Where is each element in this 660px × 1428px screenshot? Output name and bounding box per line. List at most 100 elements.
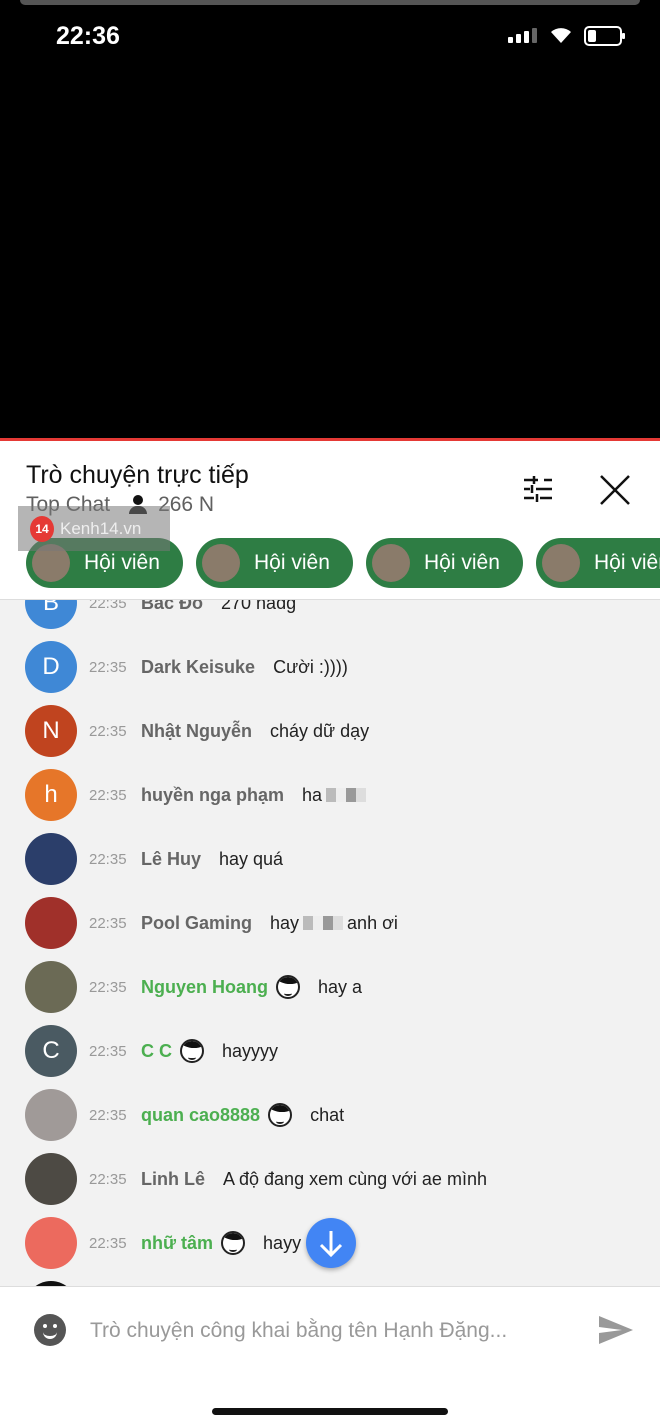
chip-label: Hội viên [254, 551, 330, 574]
chip-label: Hội viên [594, 551, 660, 574]
avatar[interactable] [25, 1217, 77, 1269]
close-icon[interactable] [598, 473, 632, 507]
watermark-text: Kenh14.vn [60, 518, 142, 538]
chat-message[interactable]: C 22:35 C C hayyyy [0, 1019, 660, 1083]
blurred-text [303, 916, 344, 930]
message-text: hay anh ơi [270, 913, 398, 934]
message-text: cháy dữ dạy [270, 721, 369, 742]
message-text-part: cháy dữ dạy [270, 720, 370, 741]
chat-message[interactable] [0, 1275, 660, 1286]
message-text-part: hay [270, 912, 300, 933]
chip-avatar [542, 544, 580, 582]
message-time: 22:35 [89, 914, 127, 932]
message-time: 22:35 [89, 1170, 127, 1188]
message-time: 22:35 [89, 850, 127, 868]
message-text: Cười :)))) [273, 657, 348, 678]
scroll-down-button[interactable] [306, 1218, 356, 1268]
watermark: 14 Kenh14.vn [18, 506, 170, 551]
chat-header: Trò chuyện trực tiếp Top Chat 266 N Hội … [0, 441, 660, 600]
member-badge-icon [221, 1231, 246, 1255]
status-time: 22:36 [56, 22, 120, 50]
chip-avatar [372, 544, 410, 582]
chip-label: Hội viên [424, 551, 500, 574]
message-time: 22:35 [89, 786, 127, 804]
avatar[interactable]: N [25, 705, 77, 757]
author-name[interactable]: quan cao8888 [141, 1105, 260, 1126]
message-text-part: Cười :)))) [273, 656, 348, 677]
member-badge-icon [180, 1039, 204, 1063]
message-time: 22:35 [89, 722, 127, 740]
chat-message[interactable]: h 22:35 huyền nga phạm ha [0, 763, 660, 827]
message-text: hay quá [219, 849, 283, 870]
kenh14-logo: 14 [30, 515, 54, 542]
member-badge-icon [276, 975, 301, 999]
avatar[interactable] [25, 1089, 77, 1141]
chat-message[interactable]: D 22:35 Dark Keisuke Cười :)))) [0, 635, 660, 699]
chat-messages[interactable]: B 22:35 Bác Đô 270 nadg D 22:35 Dark Keisuke Cư… [0, 600, 660, 1286]
chat-message[interactable]: B 22:35 Bác Đô 270 nadg [0, 600, 660, 635]
author-name[interactable]: huyền nga phạm [141, 785, 284, 806]
chat-message[interactable]: 22:35 Linh Lê A độ đang xem cùng với ae mì… [0, 1147, 660, 1211]
avatar[interactable]: C [25, 1025, 77, 1077]
avatar[interactable] [25, 833, 77, 885]
author-name[interactable]: Pool Gaming [141, 913, 252, 934]
author-name[interactable]: C C [141, 1041, 172, 1062]
avatar[interactable]: D [25, 641, 77, 693]
send-icon[interactable] [598, 1315, 634, 1345]
chat-input-bar: Trò chuyện công khai bằng tên Hạnh Đặng.… [0, 1286, 660, 1376]
arrow-down-icon [319, 1231, 343, 1258]
emoji-icon[interactable] [34, 1314, 66, 1346]
chat-message[interactable]: 22:35 quan cao8888 chat [0, 1083, 660, 1147]
avatar[interactable]: B [25, 600, 77, 629]
chip-avatar [202, 544, 240, 582]
chat-message[interactable]: 22:35 Lê Huy hay quá [0, 827, 660, 891]
blurred-text [326, 788, 367, 802]
author-name[interactable]: Bác Đô [141, 600, 203, 614]
message-time: 22:35 [89, 978, 127, 996]
message-text: 270 nadg [221, 600, 296, 614]
message-text-part: chat [310, 1104, 345, 1125]
message-text: hayyyy [222, 1041, 278, 1062]
chat-message[interactable]: N 22:35 Nhật Nguyễn cháy dữ dạy [0, 699, 660, 763]
message-text-part: hay quá [219, 848, 284, 869]
message-text-part: hayyyy [222, 1040, 279, 1061]
home-indicator[interactable] [212, 1408, 448, 1415]
message-time: 22:35 [89, 1106, 127, 1124]
member-chip[interactable]: Hội viên [366, 538, 523, 588]
message-text: hayy [263, 1233, 301, 1254]
message-text-part: 270 nadg [221, 600, 297, 613]
chat-input[interactable]: Trò chuyện công khai bằng tên Hạnh Đặng.… [90, 1319, 507, 1343]
author-name[interactable]: Nguyen Hoang [141, 977, 268, 998]
author-name[interactable]: Linh Lê [141, 1169, 205, 1190]
message-time: 22:35 [89, 658, 127, 676]
message-time: 22:35 [89, 600, 127, 612]
member-chip[interactable]: Hội viên [196, 538, 353, 588]
author-name[interactable]: Nhật Nguyễn [141, 721, 252, 742]
signal-icon [508, 28, 537, 43]
battery-icon [584, 26, 625, 46]
wifi-icon [551, 28, 571, 43]
message-text: ha [302, 785, 370, 806]
member-badge-icon [268, 1103, 293, 1127]
message-text-part: anh ơi [347, 912, 398, 933]
chat-message[interactable]: 22:35 Nguyen Hoang hay a [0, 955, 660, 1019]
avatar[interactable] [25, 1153, 77, 1205]
message-time: 22:35 [89, 1042, 127, 1060]
avatar[interactable]: h [25, 769, 77, 821]
message-text-part: hay a [318, 976, 363, 997]
message-text-part: A độ đang xem cùng với ae mình [223, 1168, 487, 1189]
video-player[interactable]: 22:36 [0, 0, 660, 438]
chat-message[interactable]: 22:35 Pool Gaming hay anh ơi [0, 891, 660, 955]
member-chip[interactable]: Hội viên [536, 538, 660, 588]
avatar[interactable] [25, 897, 77, 949]
tune-icon[interactable] [522, 475, 554, 503]
message-text: hay a [318, 977, 362, 998]
avatar[interactable] [25, 961, 77, 1013]
notch [20, 0, 640, 5]
author-name[interactable]: Lê Huy [141, 849, 201, 870]
author-name[interactable]: Dark Keisuke [141, 657, 255, 678]
chat-title: Trò chuyện trực tiếp [26, 461, 249, 489]
author-name[interactable]: nhữ tâm [141, 1233, 213, 1254]
message-text: chat [310, 1105, 344, 1126]
message-time: 22:35 [89, 1234, 127, 1252]
